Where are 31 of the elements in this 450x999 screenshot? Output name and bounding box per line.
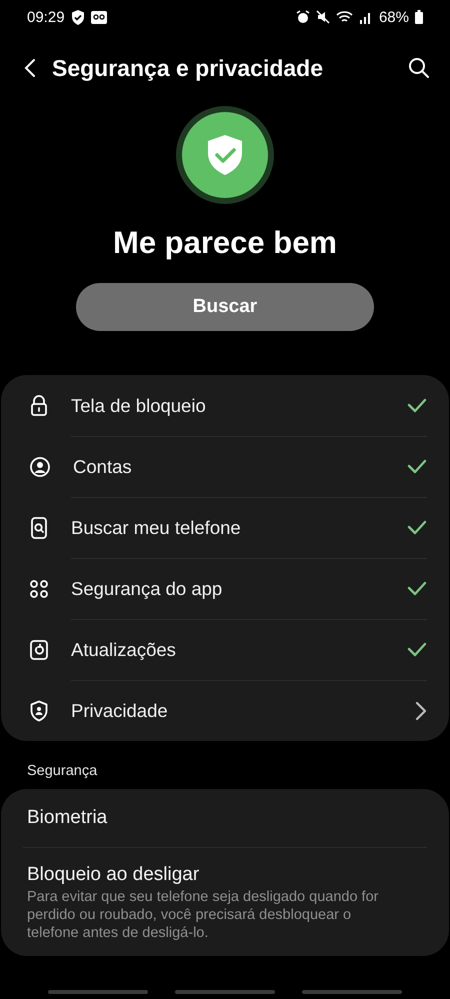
voicemail-icon bbox=[90, 10, 107, 24]
account-icon bbox=[29, 456, 51, 478]
update-icon bbox=[29, 638, 49, 660]
settings-item[interactable]: Biometria bbox=[27, 807, 423, 829]
battery-percent: 68% bbox=[378, 8, 409, 26]
settings-item[interactable]: Privacidade bbox=[71, 700, 415, 722]
alarm-icon bbox=[296, 10, 310, 24]
battery-icon bbox=[415, 10, 423, 24]
settings-item[interactable]: Tela de bloqueio bbox=[71, 394, 407, 416]
section-title: Segurança bbox=[27, 763, 98, 779]
phone-search-icon bbox=[29, 516, 49, 538]
status-time: 09:29 bbox=[27, 8, 65, 26]
scan-button[interactable]: Buscar bbox=[76, 283, 374, 331]
item-description: Para evitar que seu telefone seja desligado quando for perdido ou roubado, você precisará desbloquear o telefone antes de desligá-lo. bbox=[27, 888, 380, 942]
settings-item[interactable]: Atualizações bbox=[71, 638, 407, 660]
apps-icon bbox=[29, 578, 49, 598]
settings-item[interactable]: Bloqueio ao desligar bbox=[27, 864, 423, 886]
lock-icon bbox=[29, 394, 49, 416]
page-title: Segurança e privacidade bbox=[52, 54, 324, 82]
mute-icon bbox=[316, 10, 330, 24]
shield-person-icon bbox=[29, 700, 49, 722]
settings-item[interactable]: Contas bbox=[73, 456, 407, 478]
settings-item[interactable]: Buscar meu telefone bbox=[71, 516, 407, 538]
back-button[interactable] bbox=[24, 58, 36, 78]
status-heading: Me parece bem bbox=[113, 225, 337, 261]
search-button[interactable] bbox=[408, 57, 430, 79]
settings-item[interactable]: Segurança do app bbox=[71, 578, 407, 600]
shield-check-icon bbox=[70, 10, 85, 24]
shield-check-icon bbox=[206, 134, 244, 176]
signal-icon bbox=[358, 10, 373, 24]
wifi-icon bbox=[336, 10, 353, 24]
